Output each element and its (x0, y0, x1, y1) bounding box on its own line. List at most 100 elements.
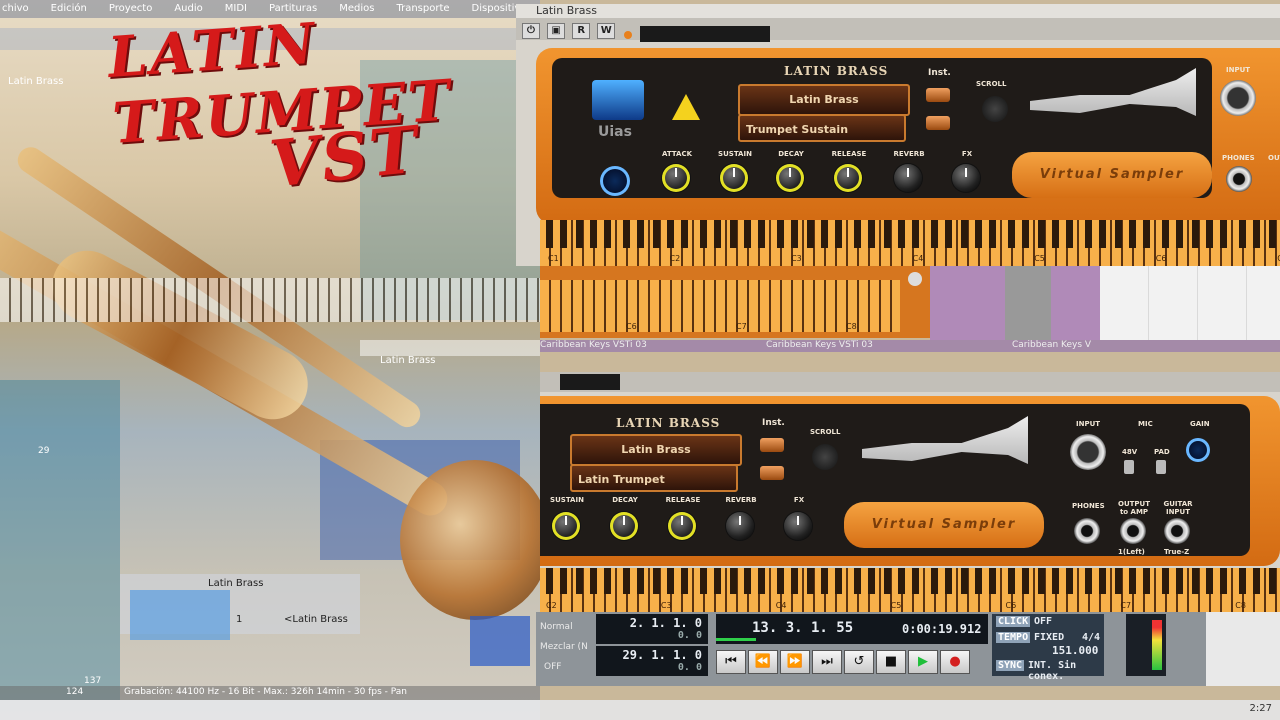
phones-jack-icon[interactable] (1074, 518, 1100, 544)
black-keys[interactable] (540, 220, 1280, 248)
fast-forward-button[interactable]: ⏩ (780, 650, 810, 674)
bypass-icon[interactable]: ⏻ (522, 23, 540, 39)
output-label: OUTPUT to AMP (1118, 500, 1150, 516)
write-button[interactable]: W (597, 23, 616, 39)
left-locator[interactable]: 2. 1. 1. 0 0. 0 (596, 614, 708, 644)
output-jack-icon[interactable] (1120, 518, 1146, 544)
xlr-input-icon[interactable] (1070, 434, 1106, 470)
octave-label: C6 (626, 322, 637, 331)
preset-selector[interactable] (640, 26, 770, 42)
mode-label[interactable]: Normal (540, 622, 573, 632)
guitar-sub-label: True-Z (1164, 548, 1190, 556)
octave-label: C2 (669, 254, 681, 263)
part-name: Caribbean Keys VSTi 03 (766, 340, 873, 350)
plugin-panel: LATIN BRASS Latin Brass Latin Trumpet In… (540, 404, 1250, 556)
48v-label: 48V (1122, 448, 1138, 456)
octave-label: C3 (791, 254, 802, 263)
right-locator[interactable]: 29. 1. 1. 0 0. 0 (596, 646, 708, 676)
black-keys[interactable] (540, 568, 1280, 594)
sustain-knob[interactable] (552, 512, 580, 540)
sustain-knob[interactable] (720, 164, 748, 192)
menu-item[interactable]: chivo (2, 0, 29, 18)
gain-knob[interactable] (1186, 438, 1210, 462)
trumpet-bell (400, 460, 540, 620)
input-label: INPUT (1076, 420, 1101, 428)
preset-selector[interactable] (560, 374, 620, 390)
attack-knob[interactable] (662, 164, 690, 192)
goto-start-button[interactable]: ⏮ (716, 650, 746, 674)
goto-end-button[interactable]: ⏭ (812, 650, 842, 674)
pad-switch[interactable] (1156, 460, 1166, 474)
octave-label: C6 (1005, 601, 1017, 610)
fx-knob[interactable] (784, 512, 812, 540)
window-toolbar (540, 372, 1280, 392)
octave-label: C7 (1120, 601, 1132, 610)
ghost-number: 29 (38, 446, 50, 456)
inst-down-button[interactable] (926, 116, 950, 130)
taskbar: 2:27 (0, 700, 1280, 720)
read-button[interactable]: R (572, 23, 591, 39)
octave-label: C5 (1034, 254, 1045, 263)
reverb-knob[interactable] (726, 512, 754, 540)
plugin-window-bottom: LATIN BRASS Latin Brass Latin Trumpet In… (540, 372, 1280, 612)
close-icon[interactable] (908, 272, 922, 286)
knob-label: SUSTAIN (550, 496, 584, 504)
rewind-button[interactable]: ⏪ (748, 650, 778, 674)
cycle-button[interactable]: ↺ (844, 650, 874, 674)
inst-up-button[interactable] (760, 438, 784, 452)
plugin-body: LATIN BRASS Latin Brass Latin Trumpet In… (540, 396, 1280, 566)
fx-knob[interactable] (952, 164, 980, 192)
menu-item[interactable]: Edición (51, 0, 87, 18)
decay-knob[interactable] (776, 164, 804, 192)
phones-jack-icon[interactable] (1226, 166, 1252, 192)
right-locator-sub: 0. 0 (677, 662, 702, 673)
click-value: OFF (1034, 616, 1053, 627)
scroll-label: SCROLL (976, 80, 1007, 88)
48v-switch[interactable] (1124, 460, 1134, 474)
preset-patch-display[interactable]: Trumpet Sustain (738, 114, 906, 142)
ghost-keyboard (0, 278, 540, 322)
scroll-knob[interactable] (982, 96, 1008, 122)
decay-knob[interactable] (610, 512, 638, 540)
left-locator-value: 2. 1. 1. 0 (629, 616, 702, 630)
mid-keyboard-window: C6 C7 C8 (540, 266, 930, 338)
reverb-knob[interactable] (894, 164, 922, 192)
record-button[interactable]: ● (940, 650, 970, 674)
scroll-knob[interactable] (812, 444, 838, 470)
guitar-jack-icon[interactable] (1164, 518, 1190, 544)
preset-patch-display[interactable]: Latin Trumpet (570, 464, 738, 492)
inst-label: Inst. (762, 418, 785, 428)
mic-label: MIC (1138, 420, 1153, 428)
knob-label: FX (961, 150, 973, 158)
input-label: INPUT (1226, 66, 1251, 74)
sync-label: SYNC (996, 660, 1025, 671)
inst-down-button[interactable] (760, 466, 784, 480)
ghost-track-name: <Latin Brass (284, 614, 348, 625)
right-locator-value: 29. 1. 1. 0 (622, 648, 702, 662)
position-display[interactable]: 13. 3. 1. 55 0:00:19.912 (716, 614, 988, 644)
mode-label[interactable]: Mezclar (N (540, 642, 588, 652)
knob-label: ATTACK (661, 150, 693, 158)
play-button[interactable]: ▶ (908, 650, 938, 674)
knob-label: REVERB (893, 150, 925, 158)
preset-bank-display[interactable]: Latin Brass (570, 434, 742, 466)
octave-label: C2 (546, 601, 557, 610)
settings-icon[interactable]: ▣ (547, 23, 566, 39)
mode-label[interactable]: OFF (544, 662, 561, 672)
tempo-display[interactable]: CLICK OFF TEMPO FIXED 4/4 151.000 SYNC I… (992, 614, 1104, 682)
release-knob[interactable] (668, 512, 696, 540)
octave-label: C4 (912, 254, 924, 263)
stop-button[interactable]: ■ (876, 650, 906, 674)
xlr-input-icon[interactable] (1220, 80, 1256, 116)
arrange-grid (1206, 612, 1280, 686)
ghost-number: 137 (84, 676, 102, 686)
knob-label: RELEASE (831, 150, 867, 158)
inst-up-button[interactable] (926, 88, 950, 102)
menu-item[interactable]: Proyecto (109, 0, 152, 18)
octave-label: C7 (736, 322, 747, 331)
octave-labels: C1 C2 C3 C4 C5 C6 C7 (548, 254, 1280, 263)
volume-knob[interactable] (600, 166, 630, 196)
preset-bank-display[interactable]: Latin Brass (738, 84, 910, 116)
menu-item[interactable]: Audio (174, 0, 202, 18)
release-knob[interactable] (834, 164, 862, 192)
